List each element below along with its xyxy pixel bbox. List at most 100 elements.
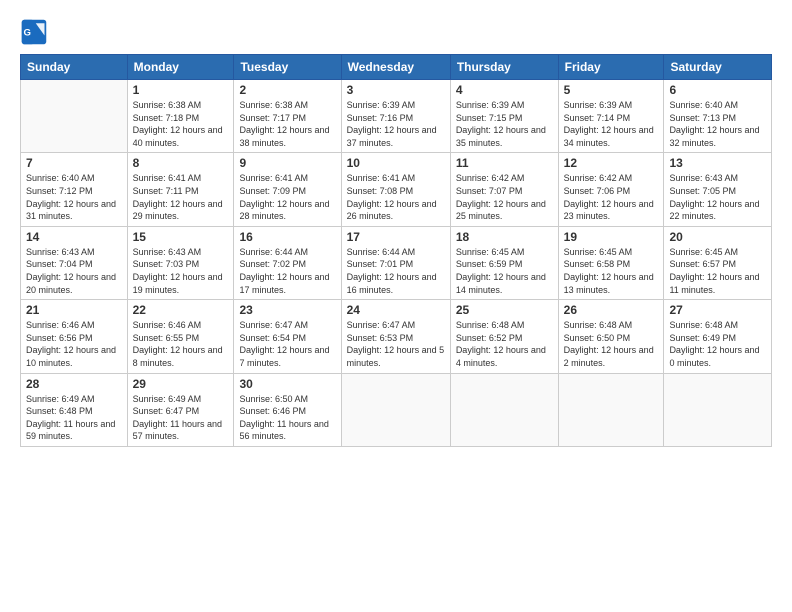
day-info: Sunrise: 6:43 AMSunset: 7:05 PMDaylight:… (669, 172, 766, 222)
day-number: 14 (26, 230, 122, 244)
day-info: Sunrise: 6:48 AMSunset: 6:49 PMDaylight:… (669, 319, 766, 369)
logo-icon: G (20, 18, 48, 46)
day-number: 5 (564, 83, 659, 97)
calendar-cell: 23 Sunrise: 6:47 AMSunset: 6:54 PMDayligh… (234, 300, 341, 373)
calendar: SundayMondayTuesdayWednesdayThursdayFrid… (20, 54, 772, 447)
calendar-cell: 8 Sunrise: 6:41 AMSunset: 7:11 PMDaylight… (127, 153, 234, 226)
weekday-header-monday: Monday (127, 55, 234, 80)
day-number: 12 (564, 156, 659, 170)
week-row-2: 7 Sunrise: 6:40 AMSunset: 7:12 PMDaylight… (21, 153, 772, 226)
day-number: 30 (239, 377, 335, 391)
day-info: Sunrise: 6:48 AMSunset: 6:52 PMDaylight:… (456, 319, 553, 369)
page: G SundayMondayTuesdayWednesdayThursdayFr… (0, 0, 792, 612)
calendar-cell: 13 Sunrise: 6:43 AMSunset: 7:05 PMDayligh… (664, 153, 772, 226)
calendar-cell: 5 Sunrise: 6:39 AMSunset: 7:14 PMDaylight… (558, 80, 664, 153)
week-row-1: 1 Sunrise: 6:38 AMSunset: 7:18 PMDaylight… (21, 80, 772, 153)
week-row-3: 14 Sunrise: 6:43 AMSunset: 7:04 PMDayligh… (21, 226, 772, 299)
day-info: Sunrise: 6:44 AMSunset: 7:02 PMDaylight:… (239, 246, 335, 296)
weekday-header-saturday: Saturday (664, 55, 772, 80)
calendar-cell: 7 Sunrise: 6:40 AMSunset: 7:12 PMDaylight… (21, 153, 128, 226)
weekday-header-sunday: Sunday (21, 55, 128, 80)
day-number: 25 (456, 303, 553, 317)
day-number: 26 (564, 303, 659, 317)
calendar-cell: 10 Sunrise: 6:41 AMSunset: 7:08 PMDayligh… (341, 153, 450, 226)
calendar-cell: 27 Sunrise: 6:48 AMSunset: 6:49 PMDayligh… (664, 300, 772, 373)
weekday-header-wednesday: Wednesday (341, 55, 450, 80)
week-row-5: 28 Sunrise: 6:49 AMSunset: 6:48 PMDayligh… (21, 373, 772, 446)
day-info: Sunrise: 6:49 AMSunset: 6:47 PMDaylight:… (133, 393, 229, 443)
calendar-cell: 3 Sunrise: 6:39 AMSunset: 7:16 PMDaylight… (341, 80, 450, 153)
day-info: Sunrise: 6:47 AMSunset: 6:53 PMDaylight:… (347, 319, 445, 369)
day-info: Sunrise: 6:40 AMSunset: 7:13 PMDaylight:… (669, 99, 766, 149)
header: G (20, 18, 772, 46)
calendar-cell (450, 373, 558, 446)
logo: G (20, 18, 52, 46)
calendar-cell: 25 Sunrise: 6:48 AMSunset: 6:52 PMDayligh… (450, 300, 558, 373)
calendar-cell: 4Sunrise: 6:39 AMSunset: 7:15 PMDaylight… (450, 80, 558, 153)
day-number: 8 (133, 156, 229, 170)
day-number: 13 (669, 156, 766, 170)
day-info: Sunrise: 6:41 AMSunset: 7:09 PMDaylight:… (239, 172, 335, 222)
day-number: 24 (347, 303, 445, 317)
weekday-header-friday: Friday (558, 55, 664, 80)
day-info: Sunrise: 6:40 AMSunset: 7:12 PMDaylight:… (26, 172, 122, 222)
day-info: Sunrise: 6:39 AMSunset: 7:14 PMDaylight:… (564, 99, 659, 149)
calendar-cell: 18 Sunrise: 6:45 AMSunset: 6:59 PMDayligh… (450, 226, 558, 299)
calendar-cell (664, 373, 772, 446)
day-number: 1 (133, 83, 229, 97)
calendar-cell: 30 Sunrise: 6:50 AMSunset: 6:46 PMDayligh… (234, 373, 341, 446)
day-info: Sunrise: 6:43 AMSunset: 7:04 PMDaylight:… (26, 246, 122, 296)
weekday-header-tuesday: Tuesday (234, 55, 341, 80)
day-number: 3 (347, 83, 445, 97)
calendar-cell: 21 Sunrise: 6:46 AMSunset: 6:56 PMDayligh… (21, 300, 128, 373)
calendar-cell: 26 Sunrise: 6:48 AMSunset: 6:50 PMDayligh… (558, 300, 664, 373)
day-number: 27 (669, 303, 766, 317)
day-info: Sunrise: 6:45 AMSunset: 6:57 PMDaylight:… (669, 246, 766, 296)
day-number: 21 (26, 303, 122, 317)
day-info: Sunrise: 6:46 AMSunset: 6:56 PMDaylight:… (26, 319, 122, 369)
day-info: Sunrise: 6:50 AMSunset: 6:46 PMDaylight:… (239, 393, 335, 443)
day-number: 4 (456, 83, 553, 97)
day-number: 28 (26, 377, 122, 391)
day-info: Sunrise: 6:38 AMSunset: 7:18 PMDaylight:… (133, 99, 229, 149)
day-info: Sunrise: 6:38 AMSunset: 7:17 PMDaylight:… (239, 99, 335, 149)
day-info: Sunrise: 6:39 AMSunset: 7:16 PMDaylight:… (347, 99, 445, 149)
day-info: Sunrise: 6:43 AMSunset: 7:03 PMDaylight:… (133, 246, 229, 296)
calendar-cell: 9 Sunrise: 6:41 AMSunset: 7:09 PMDaylight… (234, 153, 341, 226)
calendar-cell: 11Sunrise: 6:42 AMSunset: 7:07 PMDayligh… (450, 153, 558, 226)
day-number: 7 (26, 156, 122, 170)
day-number: 15 (133, 230, 229, 244)
day-number: 29 (133, 377, 229, 391)
calendar-cell: 15 Sunrise: 6:43 AMSunset: 7:03 PMDayligh… (127, 226, 234, 299)
week-row-4: 21 Sunrise: 6:46 AMSunset: 6:56 PMDayligh… (21, 300, 772, 373)
weekday-header-row: SundayMondayTuesdayWednesdayThursdayFrid… (21, 55, 772, 80)
day-number: 2 (239, 83, 335, 97)
day-number: 6 (669, 83, 766, 97)
day-number: 9 (239, 156, 335, 170)
calendar-cell: 22 Sunrise: 6:46 AMSunset: 6:55 PMDayligh… (127, 300, 234, 373)
calendar-cell: 6 Sunrise: 6:40 AMSunset: 7:13 PMDaylight… (664, 80, 772, 153)
svg-text:G: G (24, 28, 31, 39)
day-info: Sunrise: 6:41 AMSunset: 7:11 PMDaylight:… (133, 172, 229, 222)
day-info: Sunrise: 6:45 AMSunset: 6:59 PMDaylight:… (456, 246, 553, 296)
day-number: 10 (347, 156, 445, 170)
day-number: 11 (456, 156, 553, 170)
calendar-cell: 16Sunrise: 6:44 AMSunset: 7:02 PMDayligh… (234, 226, 341, 299)
day-number: 22 (133, 303, 229, 317)
calendar-cell (21, 80, 128, 153)
calendar-cell: 17Sunrise: 6:44 AMSunset: 7:01 PMDayligh… (341, 226, 450, 299)
day-info: Sunrise: 6:49 AMSunset: 6:48 PMDaylight:… (26, 393, 122, 443)
day-info: Sunrise: 6:41 AMSunset: 7:08 PMDaylight:… (347, 172, 445, 222)
day-info: Sunrise: 6:45 AMSunset: 6:58 PMDaylight:… (564, 246, 659, 296)
calendar-cell: 19Sunrise: 6:45 AMSunset: 6:58 PMDayligh… (558, 226, 664, 299)
calendar-cell: 2 Sunrise: 6:38 AMSunset: 7:17 PMDaylight… (234, 80, 341, 153)
calendar-cell: 14 Sunrise: 6:43 AMSunset: 7:04 PMDayligh… (21, 226, 128, 299)
weekday-header-thursday: Thursday (450, 55, 558, 80)
day-info: Sunrise: 6:46 AMSunset: 6:55 PMDaylight:… (133, 319, 229, 369)
day-number: 18 (456, 230, 553, 244)
day-info: Sunrise: 6:47 AMSunset: 6:54 PMDaylight:… (239, 319, 335, 369)
day-info: Sunrise: 6:48 AMSunset: 6:50 PMDaylight:… (564, 319, 659, 369)
day-number: 23 (239, 303, 335, 317)
calendar-cell: 1 Sunrise: 6:38 AMSunset: 7:18 PMDaylight… (127, 80, 234, 153)
calendar-cell: 12Sunrise: 6:42 AMSunset: 7:06 PMDayligh… (558, 153, 664, 226)
